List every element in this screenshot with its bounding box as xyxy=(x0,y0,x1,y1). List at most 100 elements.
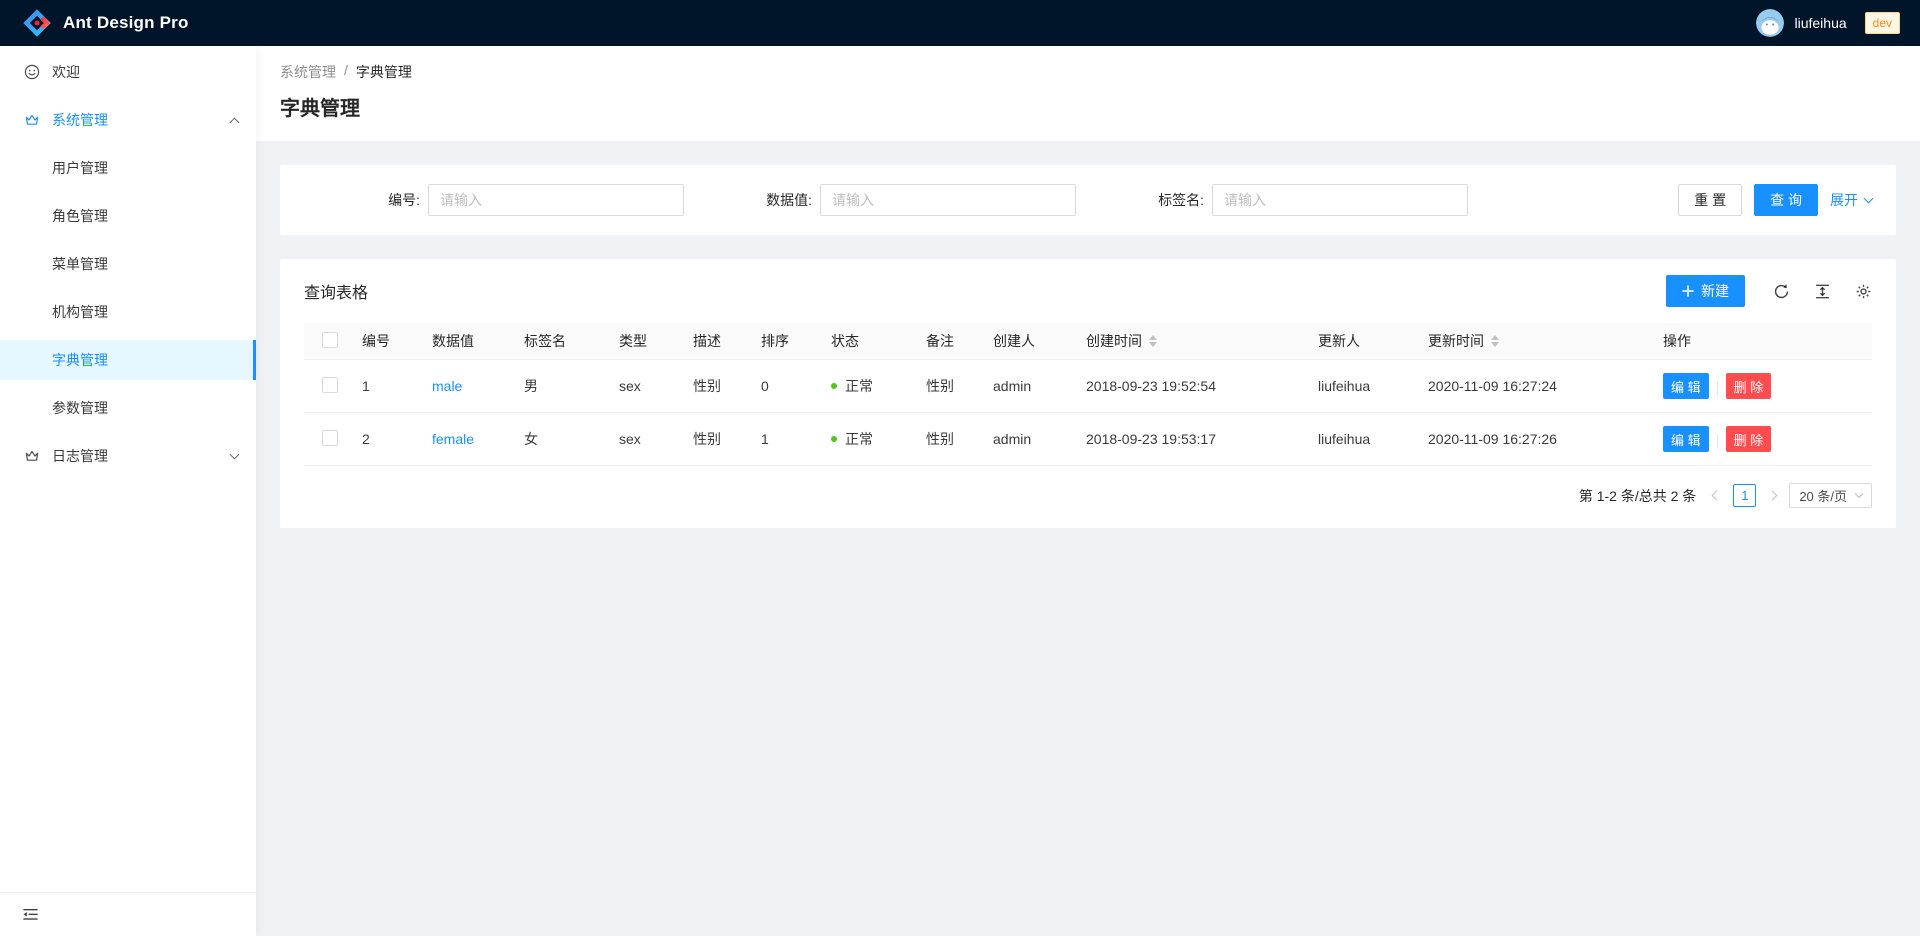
table-card: 查询表格 新建 xyxy=(280,259,1896,528)
page-number[interactable]: 1 xyxy=(1733,484,1756,507)
row-checkbox[interactable] xyxy=(322,430,338,446)
column-header: 更新人 xyxy=(1310,323,1420,360)
cell-updater: liufeihua xyxy=(1310,360,1420,413)
status-badge: 正常 xyxy=(831,376,910,396)
column-header: 排序 xyxy=(753,323,823,360)
column-header: 类型 xyxy=(611,323,685,360)
row-checkbox[interactable] xyxy=(322,377,338,393)
column-header: 创建人 xyxy=(985,323,1078,360)
sidebar-item-welcome[interactable]: 欢迎 xyxy=(0,52,256,92)
next-page-icon[interactable] xyxy=(1766,492,1779,499)
id-input[interactable] xyxy=(428,184,684,216)
reset-button[interactable]: 重 置 xyxy=(1678,184,1742,216)
prev-page-icon[interactable] xyxy=(1710,492,1723,499)
cell-created-at: 2018-09-23 19:53:17 xyxy=(1078,413,1310,466)
column-header: 操作 xyxy=(1655,323,1872,360)
page-size-select[interactable]: 20 条/页 xyxy=(1789,483,1872,508)
sidebar-item-label: 字典管理 xyxy=(52,350,108,370)
sidebar-item-menu-mgmt[interactable]: 菜单管理 xyxy=(0,244,256,284)
cell-updater: liufeihua xyxy=(1310,413,1420,466)
cell-desc: 性别 xyxy=(685,360,753,413)
query-button[interactable]: 查 询 xyxy=(1754,184,1818,216)
edit-button[interactable]: 编 辑 xyxy=(1663,426,1709,452)
pagination-total: 第 1-2 条/总共 2 条 xyxy=(1579,486,1696,506)
crown-icon xyxy=(24,112,40,128)
sidebar-group-label: 系统管理 xyxy=(52,110,108,130)
table-row: 1 male 男 sex 性别 0 正常 性别 admin 2018-09-23… xyxy=(304,360,1872,413)
reload-icon[interactable] xyxy=(1773,283,1790,300)
env-tag[interactable]: dev xyxy=(1865,12,1900,34)
data-table: 编号 数据值 标签名 类型 描述 排序 状态 备注 创建人 创建时间 xyxy=(304,323,1872,466)
avatar[interactable] xyxy=(1756,9,1784,37)
status-dot-icon xyxy=(831,436,837,442)
pagination: 第 1-2 条/总共 2 条 1 20 条/页 xyxy=(280,466,1896,527)
sidebar-item-dict-mgmt[interactable]: 字典管理 xyxy=(0,340,256,380)
sidebar-item-role-mgmt[interactable]: 角色管理 xyxy=(0,196,256,236)
sidebar-item-param-mgmt[interactable]: 参数管理 xyxy=(0,388,256,428)
new-button[interactable]: 新建 xyxy=(1666,275,1745,307)
app-title: Ant Design Pro xyxy=(63,13,189,33)
cell-updated-at: 2020-11-09 16:27:24 xyxy=(1420,360,1655,413)
column-header: 状态 xyxy=(823,323,918,360)
sidebar-group-log[interactable]: 日志管理 xyxy=(0,436,256,476)
sidebar-item-org-mgmt[interactable]: 机构管理 xyxy=(0,292,256,332)
field-label: 编号: xyxy=(388,190,428,210)
search-actions: 重 置 查 询 展开 xyxy=(1480,184,1872,216)
delete-button[interactable]: 删 除 xyxy=(1726,373,1772,399)
cell-remark: 性别 xyxy=(918,360,985,413)
cell-tag: 女 xyxy=(516,413,611,466)
user-name[interactable]: liufeihua xyxy=(1794,15,1846,31)
column-height-icon[interactable] xyxy=(1814,283,1831,300)
data-value-input[interactable] xyxy=(820,184,1076,216)
search-form-card: 编号: 数据值: 标签名: 重 置 查 询 展开 xyxy=(280,165,1896,235)
table-header-row: 编号 数据值 标签名 类型 描述 排序 状态 备注 创建人 创建时间 xyxy=(304,323,1872,360)
cell-created-at: 2018-09-23 19:52:54 xyxy=(1078,360,1310,413)
edit-button[interactable]: 编 辑 xyxy=(1663,373,1709,399)
sidebar-group-system[interactable]: 系统管理 xyxy=(0,100,256,140)
expand-link[interactable]: 展开 xyxy=(1830,190,1872,210)
page-header: 系统管理 / 字典管理 字典管理 xyxy=(256,46,1920,141)
chevron-down-icon xyxy=(1855,490,1863,498)
data-value-link[interactable]: female xyxy=(432,431,474,447)
sidebar: 欢迎 系统管理 用户管理 角色管理 菜单管理 机构管理 xyxy=(0,46,256,936)
search-field-value: 数据值: xyxy=(696,184,1088,216)
breadcrumb-parent[interactable]: 系统管理 xyxy=(280,62,336,82)
table-title: 查询表格 xyxy=(304,279,368,303)
action-divider xyxy=(1717,434,1718,448)
column-header: 数据值 xyxy=(424,323,516,360)
sidebar-menu: 欢迎 系统管理 用户管理 角色管理 菜单管理 机构管理 xyxy=(0,46,256,892)
cell-desc: 性别 xyxy=(685,413,753,466)
menu-fold-icon[interactable] xyxy=(22,906,39,923)
sidebar-item-label: 角色管理 xyxy=(52,206,108,226)
cell-tag: 男 xyxy=(516,360,611,413)
main-content: 系统管理 / 字典管理 字典管理 编号: 数据值: 标签名: 重 置 查 询 展… xyxy=(256,0,1920,528)
column-header-sortable[interactable]: 更新时间 xyxy=(1420,323,1655,360)
sidebar-item-label: 欢迎 xyxy=(52,62,80,82)
tag-name-input[interactable] xyxy=(1212,184,1468,216)
chevron-up-icon xyxy=(231,115,238,126)
column-header: 标签名 xyxy=(516,323,611,360)
sidebar-footer xyxy=(0,892,256,936)
app-header: Ant Design Pro liufeihua dev xyxy=(0,0,1920,46)
field-label: 数据值: xyxy=(766,190,820,210)
cell-remark: 性别 xyxy=(918,413,985,466)
sorter-icon xyxy=(1149,335,1157,347)
data-value-link[interactable]: male xyxy=(432,378,462,394)
cell-updated-at: 2020-11-09 16:27:26 xyxy=(1420,413,1655,466)
toolbar-actions: 新建 xyxy=(1666,275,1872,307)
action-divider xyxy=(1717,381,1718,395)
page-title: 字典管理 xyxy=(280,92,1896,121)
logo-area[interactable]: Ant Design Pro xyxy=(22,8,189,38)
cell-creator: admin xyxy=(985,413,1078,466)
page-size-label: 20 条/页 xyxy=(1799,486,1847,505)
select-all-checkbox[interactable] xyxy=(322,332,338,348)
sidebar-item-user-mgmt[interactable]: 用户管理 xyxy=(0,148,256,188)
new-button-label: 新建 xyxy=(1701,281,1729,301)
status-label: 正常 xyxy=(845,429,873,449)
column-header-label: 更新时间 xyxy=(1428,331,1484,351)
sidebar-item-label: 机构管理 xyxy=(52,302,108,322)
column-header-sortable[interactable]: 创建时间 xyxy=(1078,323,1310,360)
delete-button[interactable]: 删 除 xyxy=(1726,426,1772,452)
search-field-id: 编号: xyxy=(304,184,696,216)
settings-gear-icon[interactable] xyxy=(1855,283,1872,300)
